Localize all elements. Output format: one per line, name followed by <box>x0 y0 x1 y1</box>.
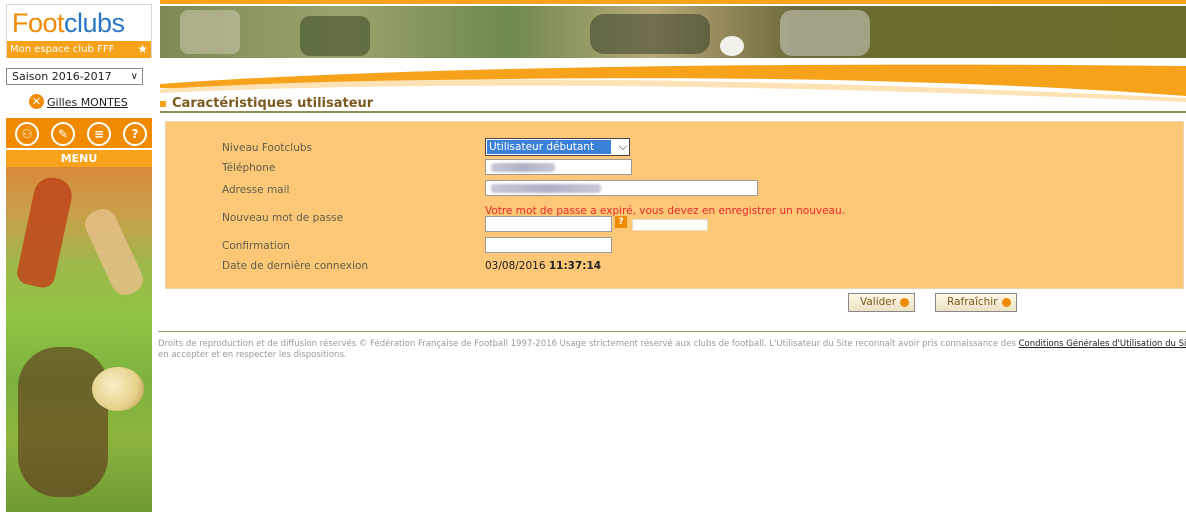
banner-top-stripe <box>160 0 1186 4</box>
footer-line-2: en accepter et en respecter les disposit… <box>158 350 347 360</box>
image-ball <box>92 367 144 411</box>
star-icon: ★ <box>137 42 148 56</box>
password-strength-indicator <box>632 219 708 231</box>
list-icon[interactable]: ≡ <box>87 122 111 146</box>
user-name-link[interactable]: Gilles MONTES <box>47 96 128 109</box>
orange-dot-icon <box>1001 298 1011 307</box>
banner-ball <box>720 36 744 56</box>
banner-figure <box>590 14 710 54</box>
logo-tagline-text: Mon espace club FFF <box>10 44 115 55</box>
confirmation-label: Confirmation <box>222 240 290 252</box>
header-banner-image <box>160 6 1186 58</box>
password-help-icon[interactable]: ? <box>615 216 627 228</box>
sidebar-football-image <box>6 167 152 512</box>
phone-label: Téléphone <box>222 162 276 174</box>
redacted-email-value <box>491 184 601 193</box>
footer-divider <box>158 331 1186 332</box>
confirmation-input[interactable] <box>485 237 612 253</box>
banner-figure <box>300 16 370 56</box>
edit-document-icon[interactable]: ✎ <box>51 122 75 146</box>
phone-input[interactable] <box>485 159 632 175</box>
footer-line-1: Droits de reproduction et de diffusion r… <box>158 339 1186 350</box>
last-login-value: 03/08/2016 11:37:14 <box>485 260 601 272</box>
section-title-text: Caractéristiques utilisateur <box>172 96 374 111</box>
logo-word-foot: Foot <box>12 8 65 38</box>
season-select[interactable]: Saison 2016-2017 ∨ <box>6 68 143 85</box>
refresh-button-label: Rafraîchir <box>947 296 998 308</box>
level-select[interactable]: Utilisateur débutant ⌵ <box>485 138 630 156</box>
bullet-square-icon <box>160 101 166 107</box>
season-select-value: Saison 2016-2017 <box>12 70 112 83</box>
email-label: Adresse mail <box>222 184 290 196</box>
section-divider <box>160 111 1186 113</box>
cgu-link[interactable]: Conditions Générales d'Utilisation du Si… <box>1019 339 1186 349</box>
footer-copyright-text: Droits de reproduction et de diffusion r… <box>158 339 1016 349</box>
refresh-button[interactable]: Rafraîchir <box>935 293 1017 312</box>
last-login-label: Date de dernière connexion <box>222 260 369 272</box>
logout-icon[interactable]: ✕ <box>29 94 44 109</box>
help-icon[interactable]: ? <box>123 122 147 146</box>
image-player-shadow <box>18 347 108 497</box>
validate-button[interactable]: Valider <box>848 293 916 312</box>
orange-dot-icon <box>900 298 910 307</box>
redacted-phone-value <box>491 163 555 172</box>
last-login-date: 03/08/2016 <box>485 260 546 272</box>
footer: Droits de reproduction et de diffusion r… <box>158 339 1186 361</box>
logo-wordmark: Footclubs <box>12 8 125 38</box>
image-player-leg <box>14 174 76 290</box>
level-label: Niveau Footclubs <box>222 142 312 154</box>
new-password-input[interactable] <box>485 216 612 232</box>
logo-word-clubs: clubs <box>64 8 125 38</box>
validate-button-label: Valider <box>860 296 897 308</box>
email-input[interactable] <box>485 180 758 196</box>
menu-header[interactable]: MENU <box>6 150 152 167</box>
chevron-down-icon: ∨ <box>130 71 138 82</box>
banner-figure <box>180 10 240 54</box>
last-login-time: 11:37:14 <box>548 260 602 272</box>
chevron-down-icon: ⌵ <box>618 140 627 153</box>
level-select-value: Utilisateur débutant <box>487 140 611 154</box>
banner-figure <box>780 10 870 56</box>
logo-tagline: Mon espace club FFF ★ <box>7 41 151 58</box>
image-player-arm <box>80 204 148 300</box>
quick-icons-bar: ⚇ ✎ ≡ ? <box>6 118 152 148</box>
footclubs-logo[interactable]: Footclubs Mon espace club FFF ★ <box>6 4 152 58</box>
new-password-label: Nouveau mot de passe <box>222 212 344 224</box>
profile-icon[interactable]: ⚇ <box>15 122 39 146</box>
